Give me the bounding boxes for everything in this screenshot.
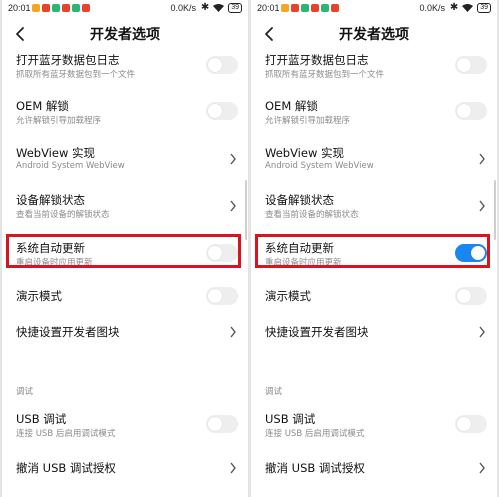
battery-icon: 39 xyxy=(477,2,491,13)
setting-oem-unlock[interactable]: OEM 解锁 允许解锁引导加载程序 xyxy=(251,98,497,132)
chevron-right-icon xyxy=(479,462,485,474)
setting-quick-tiles[interactable]: 快捷设置开发者图块 xyxy=(2,323,248,343)
setting-title: OEM 解锁 xyxy=(265,99,318,113)
notification-icons xyxy=(281,4,339,12)
setting-title: WebView 实现 xyxy=(265,146,345,160)
app-notification-icon xyxy=(82,4,90,12)
app-notification-icon xyxy=(331,4,339,12)
app-notification-icon xyxy=(301,4,309,12)
setting-title: 快捷设置开发者图块 xyxy=(265,325,369,339)
page-title: 开发者选项 xyxy=(90,27,160,43)
setting-subtitle: 允许解锁引导加载程序 xyxy=(16,116,102,126)
setting-webview[interactable]: WebView 实现 Android System WebView xyxy=(2,145,248,179)
chevron-right-icon xyxy=(230,462,236,474)
app-notification-icon xyxy=(291,4,299,12)
oem-unlock-toggle[interactable] xyxy=(455,102,487,120)
wifi-icon xyxy=(213,3,225,12)
app-notification-icon xyxy=(72,4,80,12)
setting-subtitle: Android System WebView xyxy=(16,161,125,171)
chevron-right-icon xyxy=(230,200,236,212)
usb-debug-toggle[interactable] xyxy=(206,415,238,433)
setting-demo-mode[interactable]: 演示模式 xyxy=(251,287,497,307)
scrollbar[interactable] xyxy=(245,180,247,240)
oem-unlock-toggle[interactable] xyxy=(206,102,238,120)
setting-title: 设备解锁状态 xyxy=(16,193,85,207)
section-header-debug: 调试 xyxy=(265,387,283,397)
wifi-icon xyxy=(462,3,474,12)
app-notification-icon xyxy=(62,4,70,12)
setting-subtitle: 抓取所有蓝牙数据包到一个文件 xyxy=(265,70,385,80)
setting-usb-debug[interactable]: USB 调试 连接 USB 后启用调试模式 xyxy=(2,411,248,445)
setting-subtitle: 连接 USB 后启用调试模式 xyxy=(16,429,116,439)
page-title: 开发者选项 xyxy=(339,27,409,43)
app-notification-icon xyxy=(32,4,40,12)
chevron-right-icon xyxy=(230,153,236,165)
setting-subtitle: 查看当前设备的解锁状态 xyxy=(16,210,110,220)
chevron-right-icon xyxy=(479,153,485,165)
setting-subtitle: 查看当前设备的解锁状态 xyxy=(265,210,359,220)
setting-quick-tiles[interactable]: 快捷设置开发者图块 xyxy=(251,323,497,343)
setting-bluetooth-log[interactable]: 打开蓝牙数据包日志 抓取所有蓝牙数据包到一个文件 xyxy=(2,52,248,86)
setting-bluetooth-log[interactable]: 打开蓝牙数据包日志 抓取所有蓝牙数据包到一个文件 xyxy=(251,52,497,86)
phone-screen-after: 20:01 0.0K/s ✱ 39 开发者选项 打开蓝牙数据包日志 抓取所有蓝牙… xyxy=(251,0,497,497)
title-bar: 开发者选项 xyxy=(251,20,497,48)
setting-title: 打开蓝牙数据包日志 xyxy=(16,53,120,67)
battery-icon: 39 xyxy=(228,2,242,13)
chevron-right-icon xyxy=(479,200,485,212)
scrollbar[interactable] xyxy=(494,180,496,240)
setting-oem-unlock[interactable]: OEM 解锁 允许解锁引导加载程序 xyxy=(2,98,248,132)
demo-mode-toggle[interactable] xyxy=(455,287,487,305)
setting-title: 设备解锁状态 xyxy=(265,193,334,207)
setting-unlock-status[interactable]: 设备解锁状态 查看当前设备的解锁状态 xyxy=(251,192,497,226)
setting-unlock-status[interactable]: 设备解锁状态 查看当前设备的解锁状态 xyxy=(2,192,248,226)
demo-mode-toggle[interactable] xyxy=(206,287,238,305)
setting-title: 演示模式 xyxy=(16,289,62,303)
setting-subtitle: 抓取所有蓝牙数据包到一个文件 xyxy=(16,70,136,80)
notification-icons xyxy=(32,4,90,12)
bluetooth-icon: ✱ xyxy=(200,2,210,13)
bluetooth-log-toggle[interactable] xyxy=(206,56,238,74)
setting-title: 撤消 USB 调试授权 xyxy=(16,461,116,475)
app-notification-icon xyxy=(52,4,60,12)
app-notification-icon xyxy=(311,4,319,12)
setting-subtitle: Android System WebView xyxy=(265,161,374,171)
status-bar: 20:01 0.0K/s ✱ 39 xyxy=(251,0,497,16)
setting-title: USB 调试 xyxy=(265,412,316,426)
network-speed: 0.0K/s xyxy=(419,3,445,13)
highlight-box xyxy=(6,234,241,268)
setting-title: 撤消 USB 调试授权 xyxy=(265,461,365,475)
app-notification-icon xyxy=(42,4,50,12)
chevron-right-icon xyxy=(230,326,236,338)
chevron-right-icon xyxy=(479,326,485,338)
setting-title: WebView 实现 xyxy=(16,146,96,160)
status-bar: 20:01 0.0K/s ✱ 39 xyxy=(2,0,248,16)
app-notification-icon xyxy=(321,4,329,12)
bluetooth-icon: ✱ xyxy=(449,2,459,13)
network-speed: 0.0K/s xyxy=(170,3,196,13)
setting-title: 快捷设置开发者图块 xyxy=(16,325,120,339)
setting-revoke-usb[interactable]: 撤消 USB 调试授权 xyxy=(2,459,248,479)
phone-screen-before: 20:01 0.0K/s ✱ 39 开发者选项 打开蓝牙数据包日志 抓取所有蓝牙… xyxy=(2,0,248,497)
setting-revoke-usb[interactable]: 撤消 USB 调试授权 xyxy=(251,459,497,479)
setting-title: 演示模式 xyxy=(265,289,311,303)
setting-title: OEM 解锁 xyxy=(16,99,69,113)
section-header-debug: 调试 xyxy=(16,387,34,397)
app-notification-icon xyxy=(281,4,289,12)
setting-title: USB 调试 xyxy=(16,412,67,426)
setting-title: 打开蓝牙数据包日志 xyxy=(265,53,369,67)
bluetooth-log-toggle[interactable] xyxy=(455,56,487,74)
title-bar: 开发者选项 xyxy=(2,20,248,48)
highlight-box xyxy=(255,234,490,268)
setting-demo-mode[interactable]: 演示模式 xyxy=(2,287,248,307)
setting-subtitle: 允许解锁引导加载程序 xyxy=(265,116,351,126)
setting-subtitle: 连接 USB 后启用调试模式 xyxy=(265,429,365,439)
setting-usb-debug[interactable]: USB 调试 连接 USB 后启用调试模式 xyxy=(251,411,497,445)
usb-debug-toggle[interactable] xyxy=(455,415,487,433)
setting-webview[interactable]: WebView 实现 Android System WebView xyxy=(251,145,497,179)
status-time: 20:01 xyxy=(257,3,280,13)
status-time: 20:01 xyxy=(8,3,31,13)
